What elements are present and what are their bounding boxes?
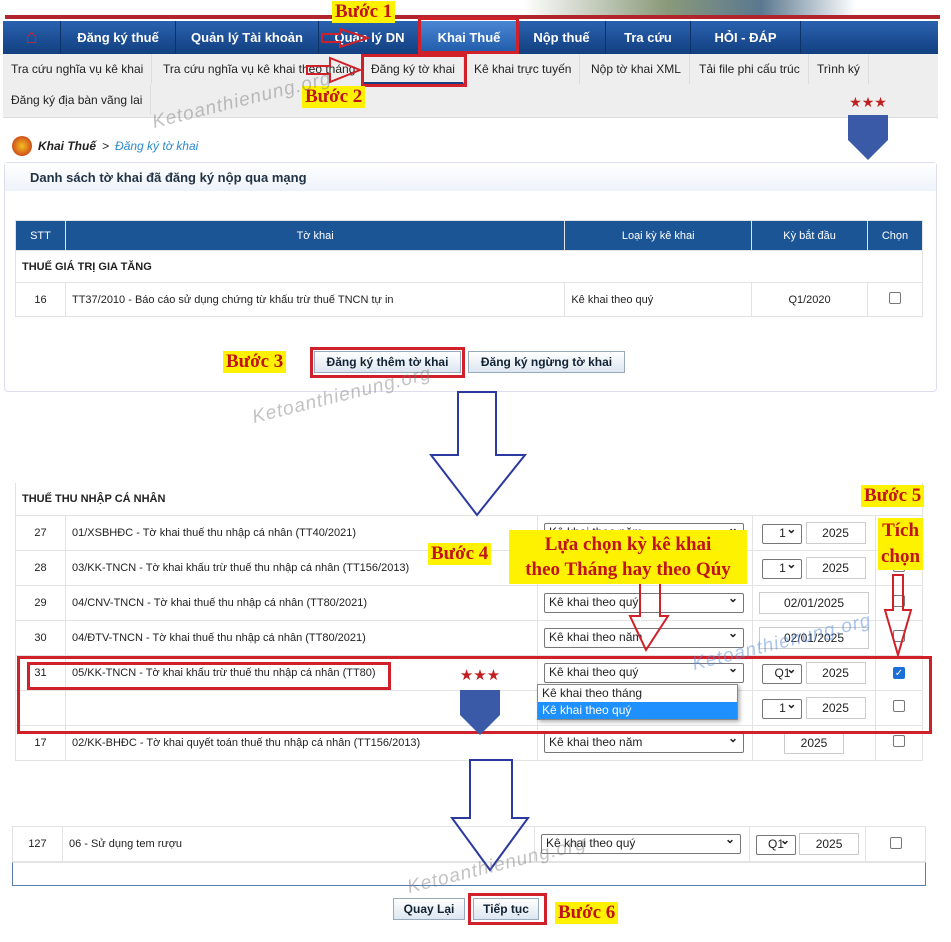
company-logo: ★★★ bbox=[848, 94, 888, 160]
step4-label: Bước 4 bbox=[428, 543, 492, 565]
tick-note: Tích chọn bbox=[878, 518, 924, 570]
right-arrow-step1 bbox=[321, 27, 372, 49]
down-arrow-large bbox=[428, 391, 528, 517]
step5-label: Bước 5 bbox=[861, 485, 925, 507]
highlight-step6 bbox=[468, 893, 547, 925]
step3-label: Bước 3 bbox=[223, 351, 287, 373]
highlight-step1 bbox=[418, 17, 519, 54]
step1-label: Bước 1 bbox=[332, 1, 396, 23]
down-arrow-step4 bbox=[628, 577, 670, 653]
note-line1: Lựa chọn kỳ kê khai bbox=[544, 534, 712, 555]
company-logo: ★★★ bbox=[460, 667, 500, 735]
choose-period-note: Lựa chọn kỳ kê khai theo Tháng hay theo Q… bbox=[509, 530, 747, 584]
tick-line1: Tích bbox=[882, 520, 920, 541]
svg-text:★★★: ★★★ bbox=[849, 94, 887, 110]
tick-line2: chọn bbox=[881, 546, 921, 567]
step6-label: Bước 6 bbox=[555, 902, 619, 924]
annotation-arrows bbox=[306, 27, 913, 872]
down-arrow-step5 bbox=[883, 574, 913, 659]
highlight-step2 bbox=[361, 54, 467, 87]
highlight-form-name bbox=[27, 662, 391, 690]
note-line2: theo Tháng hay theo Qúy bbox=[525, 559, 731, 580]
svg-text:★★★: ★★★ bbox=[460, 667, 500, 684]
